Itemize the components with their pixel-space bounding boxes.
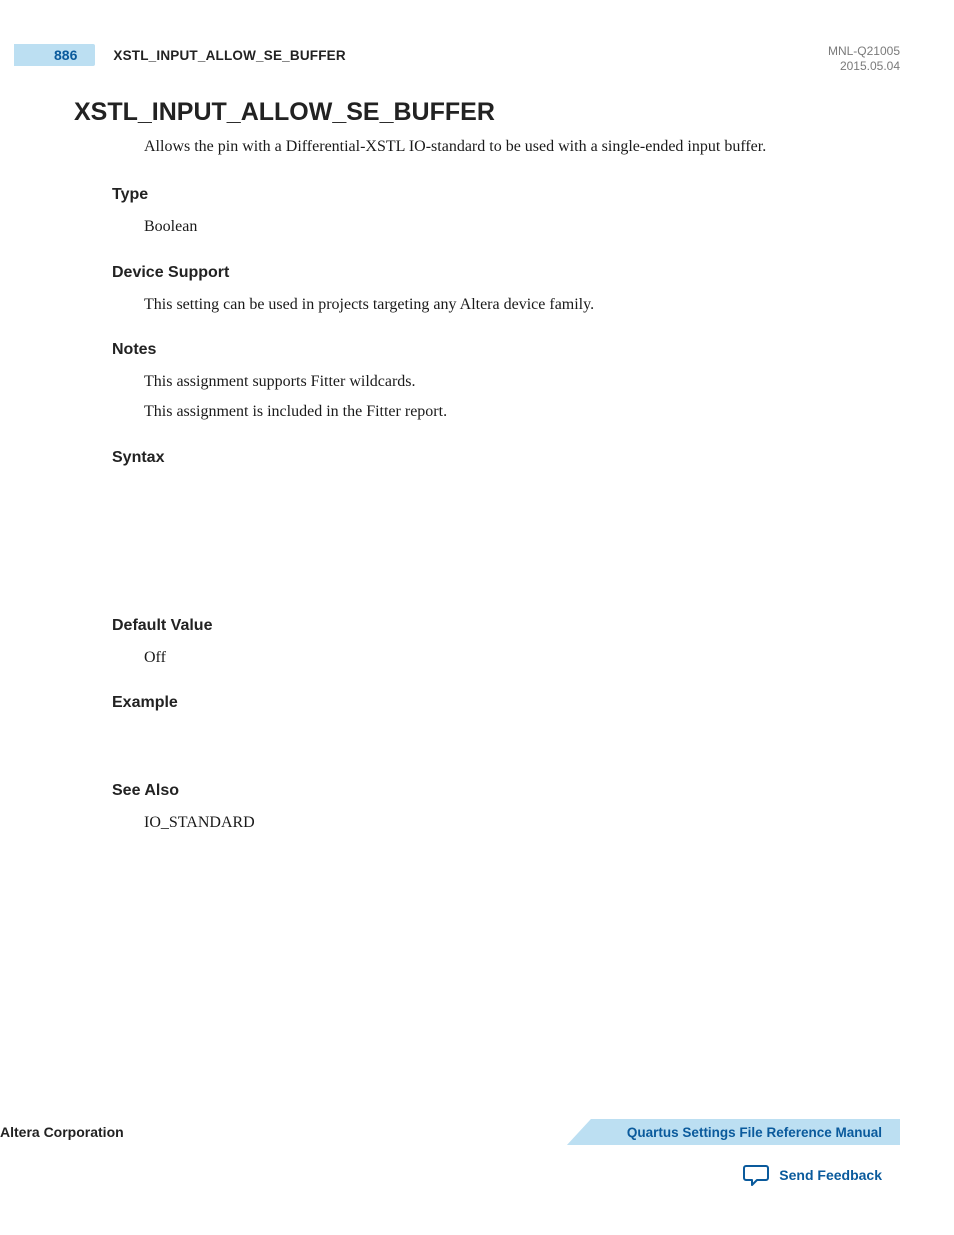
manual-link-text: Quartus Settings File Reference Manual	[627, 1125, 882, 1140]
corporation-name: Altera Corporation	[0, 1124, 124, 1140]
document-id: MNL-Q21005	[828, 44, 900, 59]
running-title: XSTL_INPUT_ALLOW_SE_BUFFER	[113, 48, 345, 63]
section-heading: Example	[112, 694, 900, 712]
page-footer: Altera Corporation Quartus Settings File…	[0, 1119, 954, 1187]
page-title: XSTL_INPUT_ALLOW_SE_BUFFER	[74, 98, 880, 127]
page-header: 886 XSTL_INPUT_ALLOW_SE_BUFFER MNL-Q2100…	[54, 44, 900, 74]
section-device-support: Device Support This setting can be used …	[112, 264, 900, 320]
section-default-value: Default Value Off	[112, 617, 900, 673]
section-body: This setting can be used in projects tar…	[144, 290, 900, 320]
notes-line: This assignment is included in the Fitte…	[144, 397, 900, 427]
section-heading: Default Value	[112, 617, 900, 635]
section-heading: Syntax	[112, 449, 900, 467]
section-heading: Device Support	[112, 264, 900, 282]
document-date: 2015.05.04	[828, 59, 900, 74]
section-see-also: See Also IO_STANDARD	[112, 782, 900, 838]
section-syntax: Syntax	[112, 449, 900, 467]
feedback-icon	[743, 1163, 769, 1187]
section-heading: Notes	[112, 341, 900, 359]
page-number-badge: 886	[14, 44, 95, 66]
section-body: Off	[144, 643, 900, 673]
section-heading: Type	[112, 186, 900, 204]
intro-paragraph: Allows the pin with a Differential-XSTL …	[144, 135, 900, 158]
section-heading: See Also	[112, 782, 900, 800]
send-feedback-link[interactable]: Send Feedback	[779, 1167, 882, 1183]
section-example: Example	[112, 694, 900, 712]
section-type: Type Boolean	[112, 186, 900, 242]
manual-link-ribbon[interactable]: Quartus Settings File Reference Manual	[567, 1119, 900, 1145]
notes-line: This assignment supports Fitter wildcard…	[144, 367, 900, 397]
section-body: Boolean	[144, 212, 900, 242]
section-notes: Notes This assignment supports Fitter wi…	[112, 341, 900, 426]
section-body: IO_STANDARD	[144, 808, 900, 838]
